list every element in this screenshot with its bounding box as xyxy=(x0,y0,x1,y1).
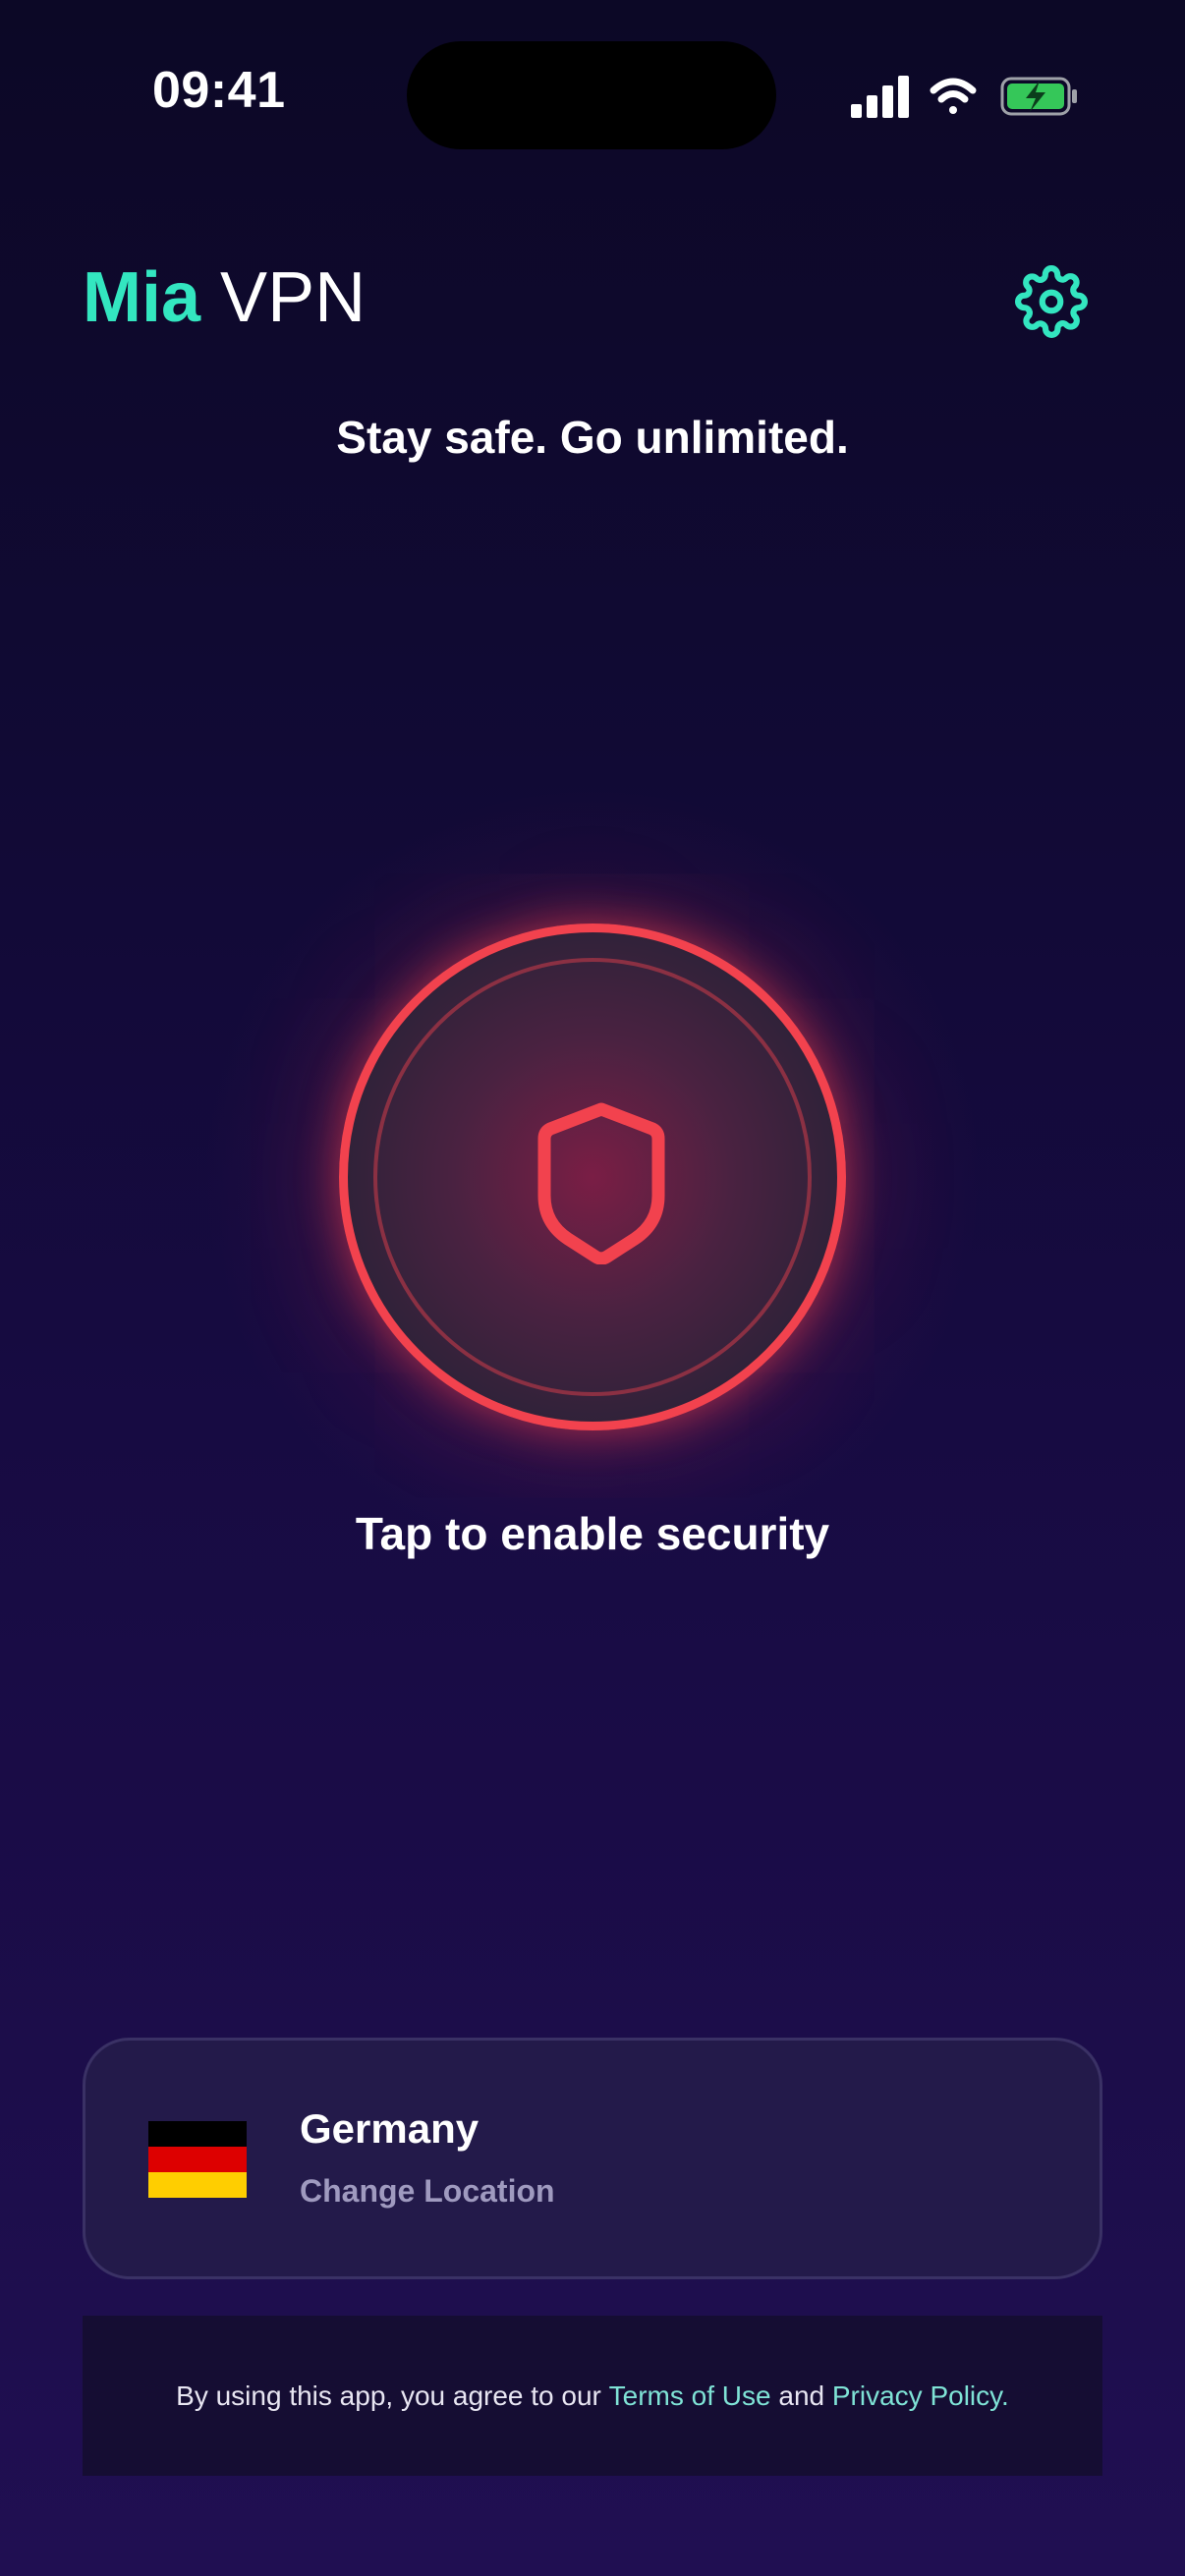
status-bar-time: 09:41 xyxy=(152,62,286,119)
app-logo: Mia VPN xyxy=(83,253,366,342)
status-icons xyxy=(847,71,1083,122)
change-location-link[interactable]: Change Location xyxy=(300,2173,555,2210)
brand-name-secondary: VPN xyxy=(220,258,367,337)
dynamic-island xyxy=(407,41,776,149)
location-country: Germany xyxy=(300,2105,480,2152)
legal-text: By using this app, you agree to our xyxy=(176,2380,601,2411)
gear-icon xyxy=(1015,265,1088,338)
brand-name-primary: Mia xyxy=(83,258,201,337)
cellular-signal-icon xyxy=(851,76,909,118)
germany-flag-icon xyxy=(148,2121,247,2198)
tagline: Stay safe. Go unlimited. xyxy=(336,412,849,463)
legal-text-and: and xyxy=(778,2380,825,2411)
privacy-policy-link[interactable]: Privacy Policy. xyxy=(832,2380,1009,2412)
connect-status-label: Tap to enable security xyxy=(355,1508,830,1559)
shield-icon xyxy=(537,1102,665,1264)
legal-footer: By using this app, you agree to our Term… xyxy=(83,2316,1102,2476)
location-selector[interactable]: Germany Change Location xyxy=(83,2038,1102,2279)
wifi-icon xyxy=(930,78,977,114)
terms-of-use-link[interactable]: Terms of Use xyxy=(609,2380,771,2412)
battery-charging-icon xyxy=(1000,77,1077,116)
settings-button[interactable] xyxy=(1015,265,1088,338)
connect-button[interactable] xyxy=(339,924,846,1430)
